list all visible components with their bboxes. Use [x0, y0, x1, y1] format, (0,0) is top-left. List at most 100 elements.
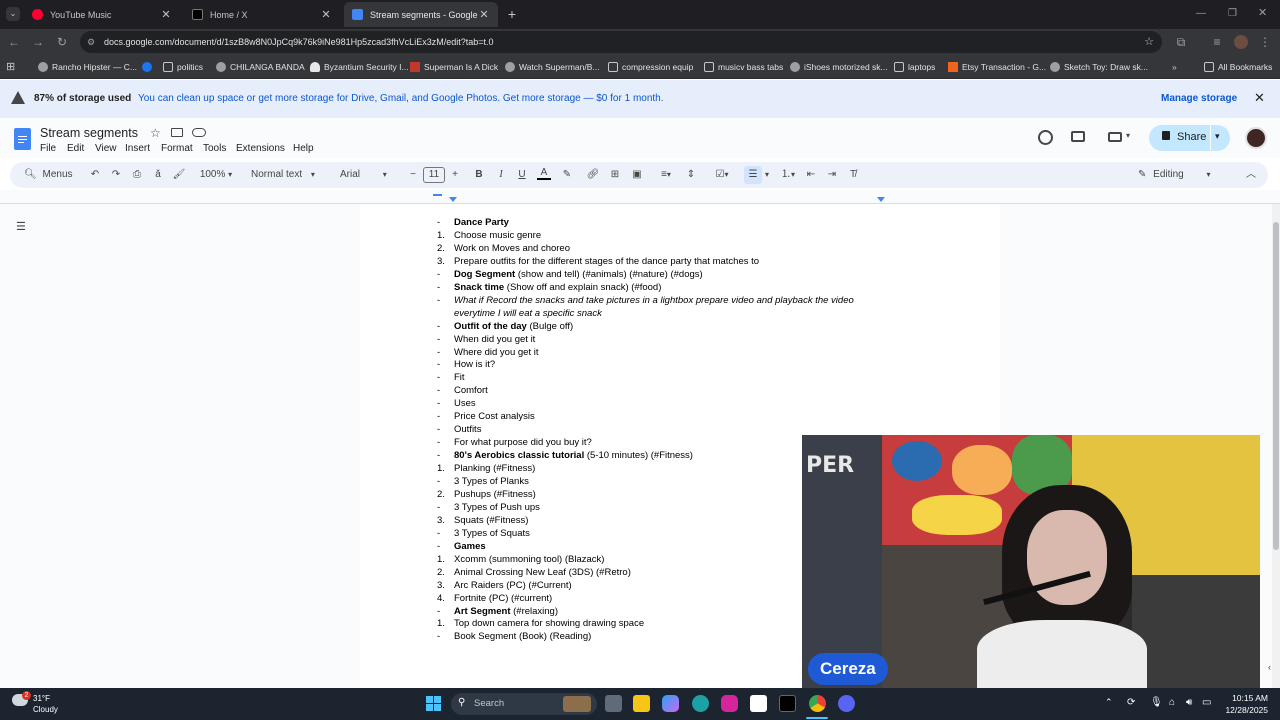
bookmark-byzantium-security[interactable]: Byzantium Security I... [310, 60, 409, 74]
document-line[interactable]: everytime I will eat a specific snack [454, 307, 602, 320]
tab-stream-segments[interactable]: Stream segments - Google Do ✕ [344, 2, 498, 27]
document-line[interactable]: When did you get it [454, 333, 535, 346]
bookmark-etsy[interactable]: Etsy Transaction - G... [948, 60, 1046, 74]
bookmark-compression-equip[interactable]: compression equip [608, 60, 693, 74]
extensions-icon[interactable]: ⧉ [1172, 33, 1190, 51]
sync-icon[interactable]: ⟳ [1127, 697, 1135, 708]
checklist-icon[interactable]: ☑▾ [707, 166, 737, 184]
document-line[interactable]: Games [454, 540, 486, 553]
copilot-icon[interactable] [662, 695, 679, 712]
document-line[interactable]: For what purpose did you buy it? [454, 436, 592, 449]
underline-icon[interactable]: U [515, 166, 529, 184]
search-menus[interactable]: 🔍︎ Menus [14, 166, 78, 184]
bookmark-chilanga-banda[interactable]: CHILANGA BANDA [216, 60, 305, 74]
all-bookmarks[interactable]: All Bookmarks [1204, 60, 1272, 74]
close-window-button[interactable]: ✕ [1258, 7, 1270, 19]
menu-view[interactable]: View [95, 143, 117, 154]
docs-logo-icon[interactable] [14, 128, 31, 150]
chrome-icon[interactable] [809, 695, 826, 712]
link-icon[interactable]: 🔗︎ [586, 166, 600, 184]
restore-window-button[interactable]: ❐ [1228, 8, 1240, 20]
document-line[interactable]: 3 Types of Planks [454, 475, 529, 488]
bold-icon[interactable]: B [472, 166, 486, 184]
first-line-indent-marker[interactable] [433, 194, 442, 196]
document-line[interactable]: Outfits [454, 423, 481, 436]
document-line[interactable]: How is it? [454, 358, 495, 371]
document-line[interactable]: Fortnite (PC) (#current) [454, 592, 552, 605]
insert-image-icon[interactable]: ▣ [630, 166, 644, 184]
menu-help[interactable]: Help [293, 143, 314, 154]
collapse-toolbar-icon[interactable]: ︿ [1244, 166, 1258, 184]
document-line[interactable]: Outfit of the day (Bulge off) [454, 320, 573, 333]
text-color-icon[interactable]: A [537, 166, 551, 180]
document-line[interactable]: Dance Party [454, 216, 509, 229]
close-icon[interactable]: ✕ [478, 8, 490, 21]
redo-icon[interactable]: ↷ [109, 166, 123, 184]
bookmark-ishoes[interactable]: iShoes motorized sk... [790, 60, 888, 74]
chevron-down-icon[interactable]: ▾ [1126, 131, 1130, 140]
right-indent-marker[interactable] [877, 197, 885, 202]
editing-mode-select[interactable]: ✎ Editing ▾ [1138, 166, 1224, 184]
document-line[interactable]: Prepare outfits for the different stages… [454, 255, 759, 268]
document-line[interactable]: Uses [454, 397, 476, 410]
document-title[interactable]: Stream segments [40, 126, 138, 140]
menu-format[interactable]: Format [161, 143, 193, 154]
numbered-list-icon[interactable]: ⒈▾ [774, 166, 802, 184]
paint-format-icon[interactable]: 🖌︎ [172, 166, 186, 184]
windows-start-icon[interactable] [426, 696, 441, 711]
scrollbar-thumb[interactable] [1273, 222, 1279, 550]
decrease-indent-icon[interactable]: ⇤ [804, 166, 818, 184]
chevron-down-icon[interactable]: ▾ [1215, 131, 1220, 142]
menu-edit[interactable]: Edit [67, 143, 84, 154]
increase-font-size-icon[interactable]: + [449, 166, 461, 184]
chevron-down-icon[interactable]: ▾ [762, 166, 772, 184]
share-button[interactable]: Share ▾ [1149, 125, 1230, 151]
more-bookmarks-icon[interactable]: » [1172, 60, 1177, 74]
chevron-up-icon[interactable]: ⌃ [1105, 697, 1113, 708]
bookmark-laptops[interactable]: laptops [894, 60, 935, 74]
document-line[interactable]: Choose music genre [454, 229, 541, 242]
document-line[interactable]: Comfort [454, 384, 488, 397]
bookmark-facebook[interactable] [142, 60, 156, 74]
clock-date[interactable]: 12/28/2025 [1220, 705, 1268, 715]
menu-insert[interactable]: Insert [125, 143, 150, 154]
line-spacing-icon[interactable]: ⇕ [684, 166, 698, 184]
font-select[interactable]: Arial ▾ [340, 166, 402, 184]
decrease-font-size-icon[interactable]: − [407, 166, 419, 184]
weather-temp[interactable]: 31°F [33, 694, 50, 703]
bookmark-bass-tabs[interactable]: musicv bass tabs [704, 60, 783, 74]
file-explorer-icon[interactable] [633, 695, 650, 712]
bookmark-watch-superman[interactable]: Watch Superman/B... [505, 60, 599, 74]
clear-formatting-icon[interactable]: T̸ [846, 166, 860, 184]
increase-indent-icon[interactable]: ⇥ [825, 166, 839, 184]
discord-icon[interactable] [838, 695, 855, 712]
document-line[interactable]: Animal Crossing New Leaf (3DS) (#Retro) [454, 566, 631, 579]
collapse-panel-icon[interactable]: ‹ [1268, 662, 1271, 672]
bookmark-rancho-hipster[interactable]: Rancho Hipster — C... [38, 60, 137, 74]
comments-icon[interactable] [1071, 131, 1085, 142]
spellcheck-icon[interactable]: ǎ [151, 166, 165, 184]
document-line[interactable]: Fit [454, 371, 465, 384]
instagram-icon[interactable] [721, 695, 738, 712]
move-folder-icon[interactable] [171, 128, 183, 137]
document-line[interactable]: Pushups (#Fitness) [454, 488, 536, 501]
battery-icon[interactable]: ▭ [1202, 697, 1211, 708]
edge-icon[interactable] [692, 695, 709, 712]
tab-youtube-music[interactable]: YouTube Music ✕ [24, 2, 180, 27]
document-line[interactable]: What if Record the snacks and take pictu… [454, 294, 854, 307]
document-line[interactable]: Price Cost analysis [454, 410, 535, 423]
tab-search-button[interactable]: ⌄ [6, 7, 20, 21]
add-comment-icon[interactable]: ⊞ [608, 166, 622, 184]
font-size-input[interactable]: 11 [423, 167, 445, 183]
taskbar-search-box[interactable]: ⚲ Search [451, 693, 597, 715]
close-banner-icon[interactable]: ✕ [1254, 90, 1265, 106]
weather-desc[interactable]: Cloudy [33, 705, 58, 714]
x-icon[interactable] [779, 695, 796, 712]
document-line[interactable]: Snack time (Show off and explain snack) … [454, 281, 661, 294]
amazon-icon[interactable] [750, 695, 767, 712]
apps-grid-icon[interactable]: ⊞ [6, 60, 15, 74]
wifi-icon[interactable]: ⌂ [1169, 697, 1175, 708]
chrome-menu-icon[interactable]: ⋮ [1256, 33, 1274, 51]
reload-icon[interactable]: ↻ [53, 33, 71, 51]
menu-extensions[interactable]: Extensions [236, 143, 285, 154]
